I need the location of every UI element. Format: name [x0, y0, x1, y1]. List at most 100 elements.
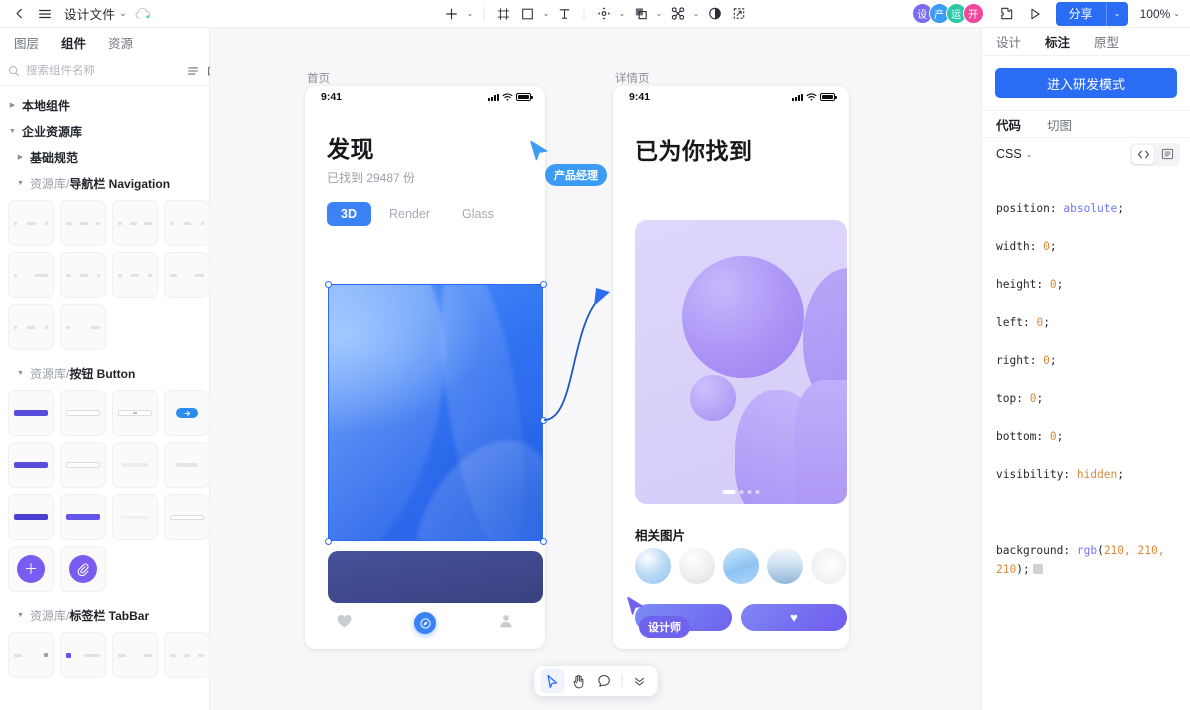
tree-node-local-components[interactable]: ▶ 本地组件	[0, 92, 209, 118]
play-preview-icon[interactable]	[1022, 2, 1048, 26]
pager-dot[interactable]	[755, 490, 760, 494]
chevrons-down-icon[interactable]	[627, 669, 651, 693]
frame-label-detail[interactable]: 详情页	[615, 70, 650, 86]
resize-handle-top-right[interactable]	[539, 280, 547, 288]
component-thumb[interactable]	[60, 304, 106, 350]
thumbnail[interactable]	[723, 548, 759, 584]
component-thumb[interactable]	[164, 252, 209, 298]
segment-glass[interactable]: Glass	[448, 202, 508, 226]
tree-node-base-spec[interactable]: ▶ 基础规范	[0, 144, 209, 170]
component-thumb-fab-attach[interactable]	[60, 546, 106, 592]
thumbnail[interactable]	[811, 548, 847, 584]
text-tool-icon[interactable]	[553, 2, 577, 26]
thumbnail[interactable]	[635, 548, 671, 584]
share-button[interactable]: 分享	[1055, 1, 1106, 26]
rectangle-shape-tool-icon[interactable]	[516, 2, 540, 26]
segment-render[interactable]: Render	[375, 202, 444, 226]
prototype-connector-handle[interactable]	[539, 416, 547, 424]
component-thumb[interactable]	[8, 494, 54, 540]
home-nav-card[interactable]	[328, 551, 543, 603]
component-thumb[interactable]	[164, 442, 209, 488]
add-tool-icon[interactable]	[440, 2, 464, 26]
component-thumb[interactable]	[60, 200, 106, 246]
artboard-detail[interactable]: 9:41 已为你找到 相关图片 ♥	[613, 86, 849, 649]
select-tool-icon[interactable]	[540, 669, 564, 693]
subtab-slices[interactable]: 切图	[1047, 115, 1072, 134]
thumbnail[interactable]	[767, 548, 803, 584]
component-thumb[interactable]	[112, 632, 158, 678]
vector-tool-caret[interactable]: ⌄	[616, 2, 629, 26]
code-view-icon[interactable]	[1132, 144, 1154, 164]
frame-tool-icon[interactable]	[492, 2, 516, 26]
tab-layers[interactable]: 图层	[14, 33, 39, 52]
enter-dev-mode-button[interactable]: 进入研发模式	[995, 68, 1177, 98]
design-canvas[interactable]: 首页 详情页 9:41 发现 已找到 29487 份 3D Render Gla…	[210, 28, 981, 710]
color-swatch[interactable]	[1032, 564, 1043, 574]
plugin-icon[interactable]	[994, 2, 1020, 26]
pager-dot[interactable]	[747, 490, 752, 494]
mask-tool-icon[interactable]	[703, 2, 727, 26]
list-view-icon[interactable]	[186, 62, 200, 80]
component-thumb[interactable]	[164, 632, 209, 678]
tab-components[interactable]: 组件	[61, 33, 86, 52]
component-thumb[interactable]	[8, 200, 54, 246]
tab-design[interactable]: 设计	[996, 32, 1021, 51]
shape-tool-caret[interactable]: ⌄	[540, 2, 553, 26]
component-thumb[interactable]	[164, 494, 209, 540]
component-thumb[interactable]	[112, 390, 158, 436]
component-thumb[interactable]	[60, 494, 106, 540]
tab-annotation[interactable]: 标注	[1045, 32, 1070, 51]
component-thumb[interactable]	[112, 200, 158, 246]
tree-group-navigation[interactable]: ▼ 资源库/导航栏 Navigation	[0, 170, 209, 196]
component-thumb[interactable]	[164, 200, 209, 246]
tree-group-button[interactable]: ▼ 资源库/按钮 Button	[0, 360, 209, 386]
comment-tool-icon[interactable]	[592, 669, 616, 693]
add-tool-caret[interactable]: ⌄	[464, 2, 477, 26]
component-thumb[interactable]	[112, 252, 158, 298]
zoom-control[interactable]: 100% ⌄	[1140, 7, 1180, 21]
pager-dot-active[interactable]	[722, 490, 736, 494]
component-thumb[interactable]	[8, 390, 54, 436]
hamburger-menu-icon[interactable]	[32, 2, 58, 26]
boolean-tool-icon[interactable]	[629, 2, 653, 26]
pager-dot[interactable]	[739, 490, 744, 494]
component-thumb-fab-add[interactable]: ＋	[8, 546, 54, 592]
component-thumb[interactable]	[8, 304, 54, 350]
resize-handle-top-left[interactable]	[324, 280, 332, 288]
component-thumb[interactable]	[60, 632, 106, 678]
subtab-code[interactable]: 代码	[996, 115, 1021, 134]
chevron-left-icon[interactable]	[6, 2, 32, 26]
component-thumb[interactable]	[164, 390, 209, 436]
tree-node-enterprise-library[interactable]: ▼ 企业资源库	[0, 118, 209, 144]
avatar-developer[interactable]: 开	[962, 3, 984, 24]
list-view-icon[interactable]	[1156, 145, 1178, 164]
resize-handle-bottom-left[interactable]	[324, 537, 332, 545]
component-tool-icon[interactable]	[666, 2, 690, 26]
compass-icon[interactable]	[414, 612, 437, 634]
vector-pen-tool-icon[interactable]	[592, 2, 616, 26]
frame-label-home[interactable]: 首页	[307, 70, 330, 86]
css-code-block[interactable]: position: absolute; width: 0; height: 0;…	[982, 170, 1190, 627]
artboard-home[interactable]: 9:41 发现 已找到 29487 份 3D Render Glass	[305, 86, 545, 649]
resize-handle-bottom-right[interactable]	[539, 537, 547, 545]
heart-icon[interactable]	[336, 613, 353, 634]
component-thumb[interactable]	[8, 442, 54, 488]
share-dropdown-caret[interactable]: ⌄	[1105, 1, 1128, 26]
component-tool-caret[interactable]: ⌄	[690, 2, 703, 26]
component-thumb[interactable]	[112, 442, 158, 488]
slice-tool-icon[interactable]	[727, 2, 751, 26]
tab-prototype[interactable]: 原型	[1094, 32, 1119, 51]
code-language-selector[interactable]: CSS ⌄	[996, 147, 1032, 161]
component-thumb[interactable]	[60, 252, 106, 298]
home-hero-image[interactable]	[328, 284, 543, 541]
component-thumb[interactable]	[8, 252, 54, 298]
person-icon[interactable]	[498, 613, 514, 634]
search-input[interactable]	[26, 64, 180, 77]
segment-3d[interactable]: 3D	[327, 202, 371, 226]
document-title-caret[interactable]: ⌄	[119, 8, 127, 19]
favorite-button[interactable]: ♥	[741, 604, 847, 631]
component-thumb[interactable]	[112, 494, 158, 540]
tree-group-tabbar[interactable]: ▼ 资源库/标签栏 TabBar	[0, 602, 209, 628]
component-thumb[interactable]	[60, 442, 106, 488]
component-thumb[interactable]	[60, 390, 106, 436]
